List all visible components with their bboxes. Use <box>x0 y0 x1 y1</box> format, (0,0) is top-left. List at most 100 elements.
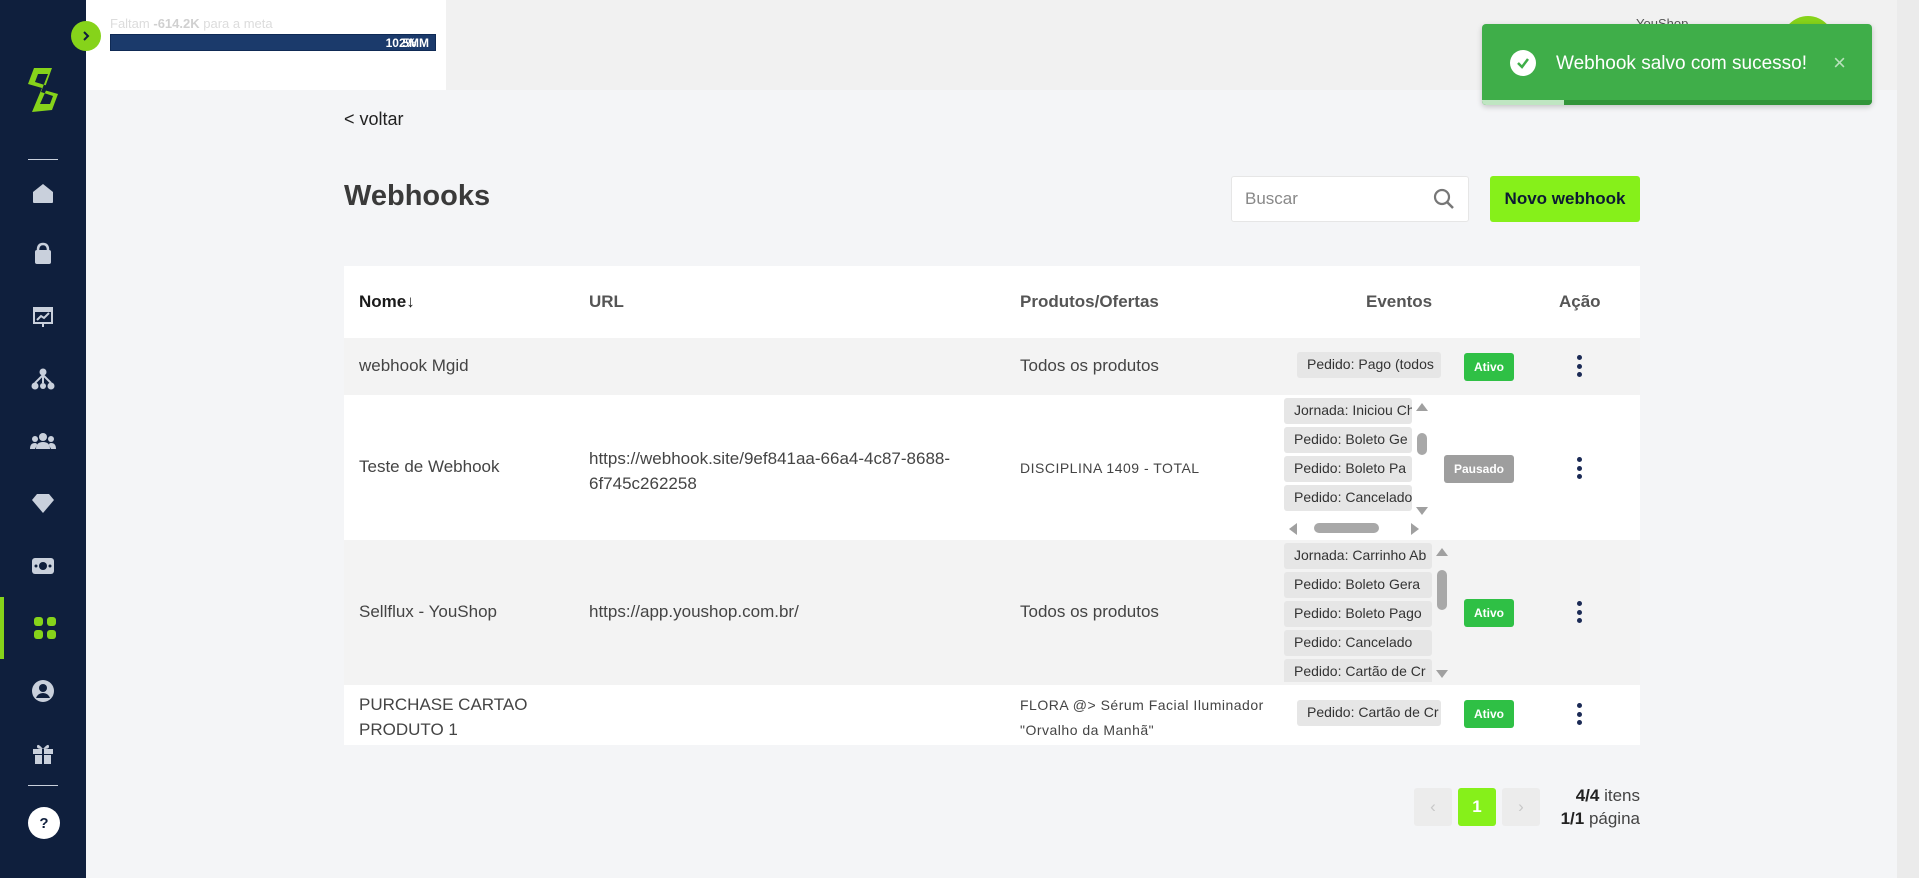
page-scrollbar[interactable] <box>1897 0 1919 878</box>
sidebar-item-customers[interactable] <box>0 410 86 472</box>
column-header-events: Eventos <box>1366 292 1433 311</box>
sidebar-divider <box>28 159 58 160</box>
webhook-products: FLORA @> Sérum Facial Iluminador "Orvalh… <box>1020 697 1264 738</box>
search-box <box>1231 176 1469 222</box>
pagination-next-button[interactable]: › <box>1502 788 1540 826</box>
scroll-thumb[interactable] <box>1314 523 1379 533</box>
apps-grid-icon <box>34 617 56 639</box>
event-chip: Pedido: Pago (todos <box>1297 352 1441 378</box>
webhook-products: DISCIPLINA 1409 - TOTAL <box>1020 460 1200 476</box>
webhook-name: webhook Mgid <box>359 356 469 375</box>
shopping-bag-icon <box>35 242 51 264</box>
sidebar-item-home[interactable] <box>0 162 86 224</box>
events-list: Jornada: Iniciou Ch Pedido: Boleto Ge Pe… <box>1284 398 1412 515</box>
scroll-down-icon[interactable] <box>1416 507 1428 515</box>
pagination-page-1[interactable]: 1 <box>1458 788 1496 826</box>
column-header-action: Ação <box>1559 292 1601 311</box>
pagination-prev-button[interactable]: ‹ <box>1414 788 1452 826</box>
event-chip: Pedido: Boleto Ge <box>1284 427 1412 453</box>
status-badge: Pausado <box>1444 455 1514 483</box>
event-chip: Pedido: Cartão de Cr <box>1284 659 1432 682</box>
events-list: Pedido: Cartão de Cr <box>1297 700 1441 730</box>
user-circle-icon <box>32 680 54 702</box>
home-icon <box>33 184 53 203</box>
check-circle-icon <box>1510 50 1536 76</box>
diamond-icon <box>32 494 54 513</box>
table-row: PURCHASE CARTAO PRODUTO 1 FLORA @> Sérum… <box>344 685 1640 745</box>
sidebar-item-affiliates[interactable] <box>0 348 86 410</box>
close-icon[interactable]: × <box>1833 50 1846 76</box>
webhooks-table: Nome↓ URL Produtos/Ofertas Eventos Ação … <box>344 266 1640 745</box>
event-chip: Pedido: Cancelado <box>1284 485 1412 511</box>
column-header-products: Produtos/Ofertas <box>1020 292 1159 311</box>
users-icon <box>30 433 56 449</box>
event-chip: Jornada: Carrinho Ab <box>1284 543 1432 569</box>
events-list: Pedido: Pago (todos <box>1297 352 1441 382</box>
row-actions-menu[interactable] <box>1573 355 1585 377</box>
status-badge: Ativo <box>1464 700 1514 728</box>
toast-progress-fill <box>1482 100 1564 105</box>
scroll-left-icon[interactable] <box>1289 523 1297 535</box>
events-vertical-scrollbar[interactable] <box>1435 548 1449 678</box>
success-toast: Webhook salvo com sucesso! × <box>1482 24 1872 105</box>
event-chip: Pedido: Cartão de Cr <box>1297 700 1441 726</box>
event-chip: Pedido: Boleto Pa <box>1284 456 1412 482</box>
webhook-products: Todos os produtos <box>1020 356 1159 375</box>
presentation-chart-icon <box>33 307 53 327</box>
page-title: Webhooks <box>344 180 491 212</box>
row-actions-menu[interactable] <box>1573 457 1585 479</box>
sidebar-item-finance[interactable] <box>0 535 86 597</box>
webhook-url[interactable]: https://webhook.site/9ef841aa-66a4-4c87-… <box>589 446 950 496</box>
table-row: webhook Mgid Todos os produtos Pedido: P… <box>344 338 1640 395</box>
event-chip: Pedido: Boleto Pago <box>1284 601 1432 627</box>
table-row: Sellflux - YouShop https://app.youshop.c… <box>344 540 1640 685</box>
network-icon <box>31 368 55 390</box>
column-header-url: URL <box>589 292 624 311</box>
toast-progress <box>1482 100 1872 105</box>
sidebar-item-products[interactable] <box>0 223 86 285</box>
sidebar-item-rewards[interactable] <box>0 722 86 784</box>
events-horizontal-scrollbar[interactable] <box>1289 521 1419 535</box>
events-vertical-scrollbar[interactable] <box>1415 403 1429 515</box>
sort-arrow-icon: ↓ <box>406 292 415 311</box>
sidebar-item-premium[interactable] <box>0 472 86 534</box>
search-input[interactable] <box>1245 187 1425 211</box>
table-header: Nome↓ URL Produtos/Ofertas Eventos Ação <box>344 266 1640 338</box>
help-button[interactable]: ? <box>28 807 60 839</box>
status-badge: Ativo <box>1464 599 1514 627</box>
sidebar-divider <box>28 785 58 786</box>
money-icon <box>32 558 54 574</box>
sales-goal-card: Faltam -614.2K para a meta 102%5MM <box>86 0 446 90</box>
scroll-down-icon[interactable] <box>1436 670 1448 678</box>
sidebar: ? <box>0 0 86 878</box>
webhook-name: Teste de Webhook <box>359 457 500 476</box>
scroll-up-icon[interactable] <box>1416 403 1428 411</box>
sidebar-item-reports[interactable] <box>0 285 86 347</box>
webhook-name: PURCHASE CARTAO PRODUTO 1 <box>359 695 528 739</box>
webhook-products: Todos os produtos <box>1020 602 1159 621</box>
chevron-right-icon <box>83 31 90 41</box>
gift-icon <box>33 744 53 764</box>
sidebar-expand-button[interactable] <box>71 21 101 51</box>
event-chip: Pedido: Cancelado <box>1284 630 1432 656</box>
row-actions-menu[interactable] <box>1573 703 1585 725</box>
toast-message: Webhook salvo com sucesso! <box>1556 53 1807 74</box>
new-webhook-button[interactable]: Novo webhook <box>1490 176 1640 222</box>
scroll-up-icon[interactable] <box>1436 548 1448 556</box>
goal-text: Faltam -614.2K para a meta <box>110 16 273 31</box>
webhook-url[interactable]: https://app.youshop.com.br/ <box>589 602 799 622</box>
webhook-name: Sellflux - YouShop <box>359 602 497 621</box>
table-row: Teste de Webhook https://webhook.site/9e… <box>344 395 1640 540</box>
scroll-thumb[interactable] <box>1437 570 1447 610</box>
sidebar-item-account[interactable] <box>0 660 86 722</box>
column-header-name[interactable]: Nome↓ <box>359 292 415 312</box>
scroll-thumb[interactable] <box>1417 433 1427 455</box>
row-actions-menu[interactable] <box>1573 601 1585 623</box>
status-badge: Ativo <box>1464 353 1514 381</box>
brand-logo[interactable] <box>22 64 64 116</box>
events-list: Jornada: Carrinho Ab Pedido: Boleto Gera… <box>1284 543 1432 682</box>
back-link[interactable]: < voltar <box>344 109 404 130</box>
search-icon[interactable] <box>1432 187 1456 211</box>
scroll-right-icon[interactable] <box>1411 523 1419 535</box>
sidebar-item-apps[interactable] <box>0 597 86 659</box>
